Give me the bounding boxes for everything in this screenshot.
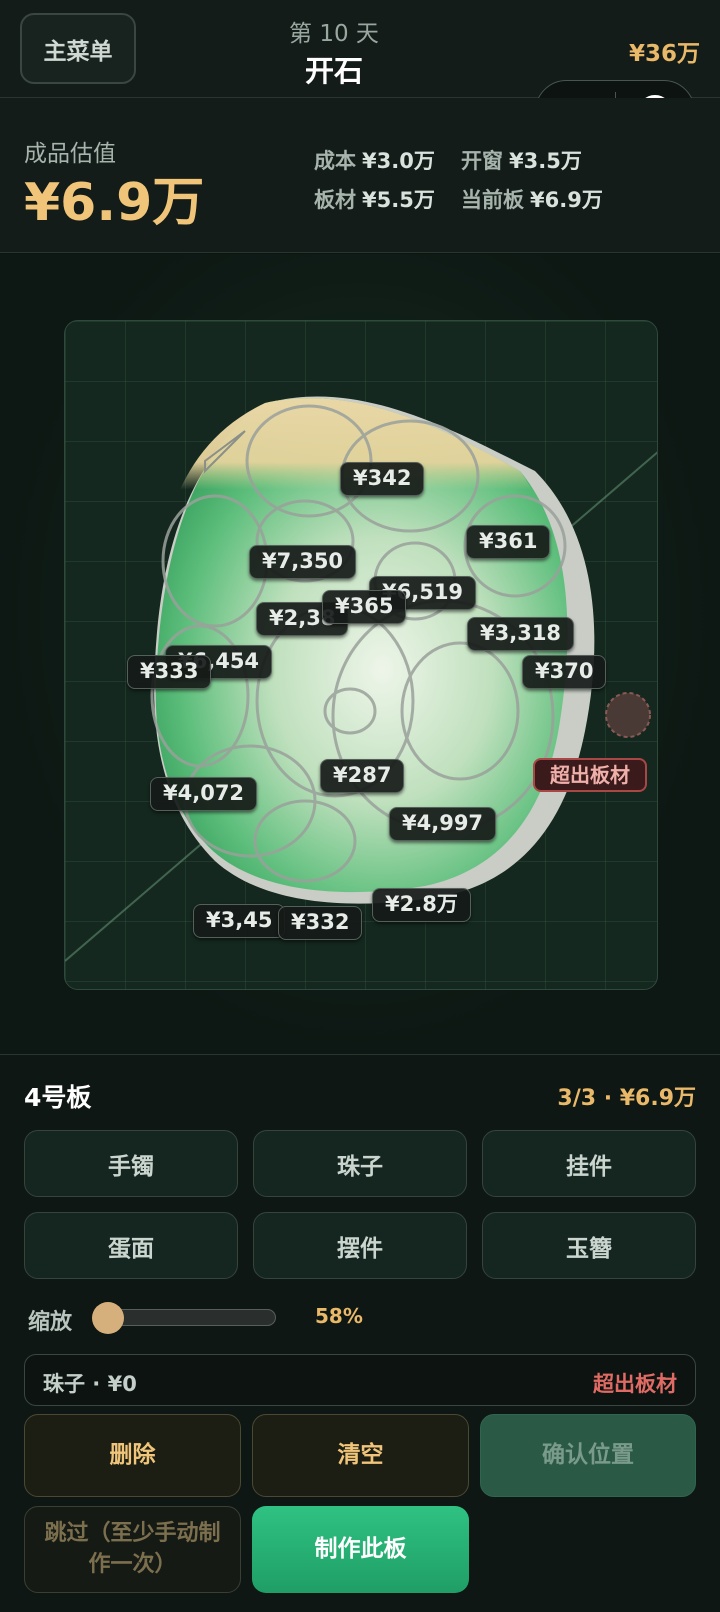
stat-current-board: 当前板 ¥6.9万	[461, 188, 603, 212]
price-tag[interactable]: ¥361	[466, 525, 551, 559]
confirm-position-button[interactable]: 确认位置	[480, 1414, 696, 1497]
selection-status: 珠子 · ¥0 超出板材	[24, 1354, 696, 1406]
price-tag[interactable]: ¥4,997	[389, 807, 497, 841]
selection-info: 珠子 · ¥0	[43, 1372, 137, 1396]
price-tag[interactable]: ¥2.8万	[372, 888, 471, 922]
stat-cost: 成本 ¥3.0万	[314, 149, 435, 173]
price-tag[interactable]: ¥342	[340, 462, 425, 496]
price-tag[interactable]: ¥365	[322, 590, 407, 624]
price-tag[interactable]: ¥370	[522, 655, 607, 689]
price-tag[interactable]: ¥287	[320, 759, 405, 793]
category-cabochon-button[interactable]: 蛋面	[24, 1212, 238, 1279]
price-tag[interactable]: ¥7,350	[249, 545, 357, 579]
price-tag[interactable]: ¥333	[127, 655, 212, 689]
selection-warning: 超出板材	[593, 1372, 677, 1396]
category-hairpin-button[interactable]: 玉簪	[482, 1212, 696, 1279]
stat-window: 开窗 ¥3.5万	[461, 149, 582, 173]
category-beads-button[interactable]: 珠子	[253, 1130, 467, 1197]
stat-slab: 板材 ¥5.5万	[314, 188, 435, 212]
zoom-value: 58%	[315, 1304, 363, 1328]
clear-button[interactable]: 清空	[252, 1414, 469, 1497]
make-board-button[interactable]: 制作此板	[252, 1506, 469, 1593]
price-tag[interactable]: ¥332	[278, 906, 363, 940]
skip-button[interactable]: 跳过（至少手动制作一次）	[24, 1506, 241, 1593]
category-bracelet-button[interactable]: 手镯	[24, 1130, 238, 1197]
price-tag[interactable]: ¥4,072	[150, 777, 258, 811]
board-progress: 3/3 · ¥6.9万	[557, 1086, 696, 1111]
price-tag[interactable]: ¥3,318	[467, 617, 575, 651]
zoom-label: 缩放	[28, 1310, 73, 1335]
delete-button[interactable]: 删除	[24, 1414, 241, 1497]
day-label: 第 10 天	[289, 21, 379, 47]
zoom-slider-thumb[interactable]	[92, 1302, 124, 1334]
main-menu-button[interactable]: 主菜单	[20, 13, 136, 84]
page-title: 开石	[304, 54, 363, 88]
valuation-value: ¥6.9万	[24, 173, 205, 233]
price-tag[interactable]: ¥3,45	[193, 904, 286, 938]
board-name: 4号板	[24, 1083, 92, 1112]
out-of-board-warning: 超出板材	[533, 758, 647, 792]
category-ornament-button[interactable]: 摆件	[253, 1212, 467, 1279]
category-pendant-button[interactable]: 挂件	[482, 1130, 696, 1197]
money-balance: ¥36万	[628, 41, 700, 67]
